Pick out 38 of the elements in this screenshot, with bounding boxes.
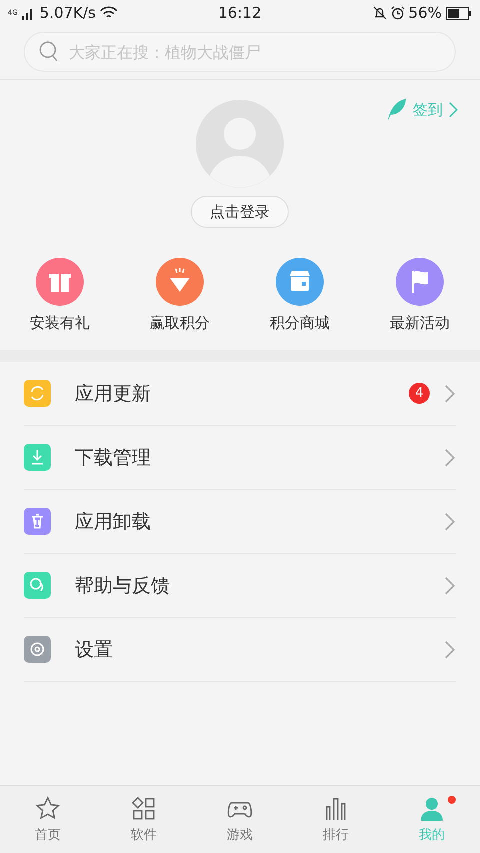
count-badge: 4 xyxy=(409,383,430,404)
nav-tab[interactable]: 首页 xyxy=(0,786,96,853)
login-button[interactable]: 点击登录 xyxy=(191,196,289,228)
menu-item[interactable]: 应用卸载 xyxy=(24,490,456,554)
person-icon xyxy=(418,795,446,823)
chevron-icon xyxy=(444,576,456,596)
battery-icon xyxy=(446,6,472,20)
alarm-icon xyxy=(390,6,405,20)
chevron-icon xyxy=(444,512,456,532)
chevron-icon xyxy=(444,384,456,404)
network-speed: 5.07K/s xyxy=(40,4,96,22)
nav-tab[interactable]: 软件 xyxy=(96,786,192,853)
menu-item[interactable]: 下载管理 xyxy=(24,426,456,490)
nav-tab[interactable]: 游戏 xyxy=(192,786,288,853)
menu-label: 设置 xyxy=(75,638,114,662)
clock: 16:12 xyxy=(218,4,262,22)
feather-icon xyxy=(385,98,407,122)
action-label[interactable]: 安装有礼 xyxy=(30,314,90,333)
menu-item[interactable]: 帮助与反馈 xyxy=(24,554,456,618)
battery-percent: 56% xyxy=(408,4,442,22)
menu-label: 帮助与反馈 xyxy=(75,574,171,598)
action-label[interactable]: 最新活动 xyxy=(390,314,450,333)
chevron-icon xyxy=(444,640,456,660)
menu-label: 应用更新 xyxy=(75,382,152,406)
search-icon xyxy=(39,41,59,63)
menu-label: 应用卸载 xyxy=(75,510,152,534)
action-label[interactable]: 积分商城 xyxy=(270,314,330,333)
shop-icon[interactable] xyxy=(276,258,324,306)
menu-label: 下载管理 xyxy=(75,446,152,470)
flag-icon[interactable] xyxy=(396,258,444,306)
action-label[interactable]: 赢取积分 xyxy=(150,314,210,333)
menu-item[interactable]: 应用更新 4 xyxy=(24,362,456,426)
muted-bell-icon xyxy=(372,6,387,20)
wifi-icon xyxy=(100,6,118,20)
nav-tab[interactable]: 排行 xyxy=(288,786,384,853)
chevron-icon xyxy=(444,448,456,468)
menu-item[interactable]: 设置 xyxy=(24,618,456,682)
chevron-icon xyxy=(449,102,458,118)
